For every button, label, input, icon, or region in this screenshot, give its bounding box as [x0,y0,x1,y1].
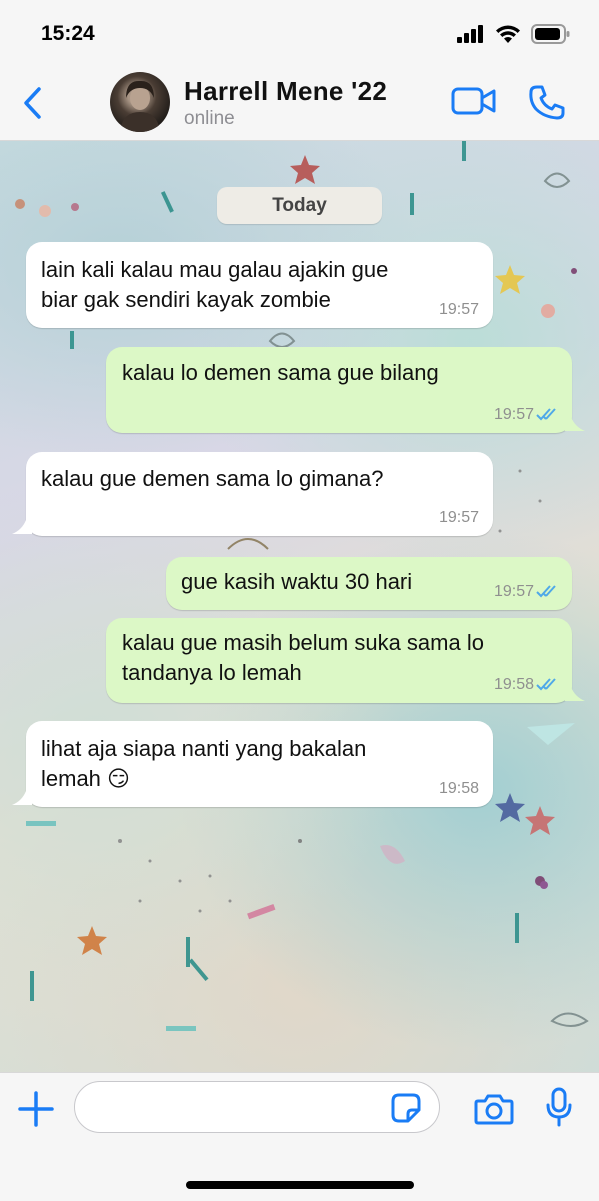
read-receipt-icon [536,585,556,598]
read-receipt-icon [536,408,556,421]
camera-icon [474,1094,514,1125]
attach-button[interactable] [18,1091,54,1132]
message-time: 19:57 [493,583,534,600]
message-text: gue kasih waktu 30 hari [181,569,413,594]
message-input[interactable] [74,1081,440,1133]
message-text: kalau gue demen sama lo gimana? [41,466,384,491]
bubble-tail [565,417,585,431]
bubble-tail [12,791,32,805]
microphone-icon [546,1087,572,1127]
chat-header: Harrell Mene '22 online [0,68,599,141]
message-text: kalau lo demen sama gue bilang [122,360,439,385]
message-text: lihat aja siapa nanti yang bakalan lemah… [41,736,367,791]
voice-message-button[interactable] [545,1087,573,1132]
message-bubble-incoming[interactable]: kalau gue demen sama lo gimana? 19:57 [26,452,493,536]
status-icons [457,24,571,44]
message-bubble-incoming[interactable]: lain kali kalau mau galau ajakin gue bia… [26,242,493,328]
wifi-icon [496,25,520,43]
plus-icon [18,1091,54,1127]
status-time: 15:24 [41,22,95,45]
camera-button[interactable] [474,1093,514,1130]
home-indicator[interactable] [186,1181,414,1189]
message-time: 19:58 [493,676,534,693]
message-text: kalau gue masih belum suka sama lo tanda… [122,630,484,685]
contact-name[interactable]: Harrell Mene '22 [184,76,387,107]
back-button[interactable] [22,86,44,125]
voice-call-button[interactable] [528,84,566,127]
message-bubble-incoming[interactable]: lihat aja siapa nanti yang bakalan lemah… [26,721,493,807]
contact-avatar[interactable] [110,72,170,132]
video-call-icon [451,87,496,115]
bubble-tail [12,520,32,534]
message-bubble-outgoing[interactable]: kalau gue masih belum suka sama lo tanda… [106,618,572,703]
chevron-left-icon [24,87,41,119]
bubble-tail [565,687,585,701]
avatar-photo [120,80,160,132]
message-time: 19:57 [438,509,479,526]
message-time: 19:58 [438,780,479,797]
sticker-icon [391,1093,421,1123]
video-call-button[interactable] [451,86,497,121]
phone-icon [529,85,565,120]
message-input-bar [0,1072,599,1201]
read-receipt-icon [536,678,556,691]
message-time: 19:57 [493,406,534,423]
sticker-button[interactable] [391,1093,421,1128]
status-bar: 15:24 [0,0,599,68]
contact-status: online [184,108,235,129]
battery-icon [531,24,570,44]
message-bubble-outgoing[interactable]: gue kasih waktu 30 hari 19:57 [166,557,572,610]
chat-area[interactable]: Today lain kali kalau mau galau ajakin g… [0,141,599,1072]
date-separator: Today [217,187,382,224]
signal-icon [457,25,483,43]
message-time: 19:57 [438,301,479,318]
message-bubble-outgoing[interactable]: kalau lo demen sama gue bilang 19:57 [106,347,572,433]
message-text: lain kali kalau mau galau ajakin gue bia… [41,257,389,312]
